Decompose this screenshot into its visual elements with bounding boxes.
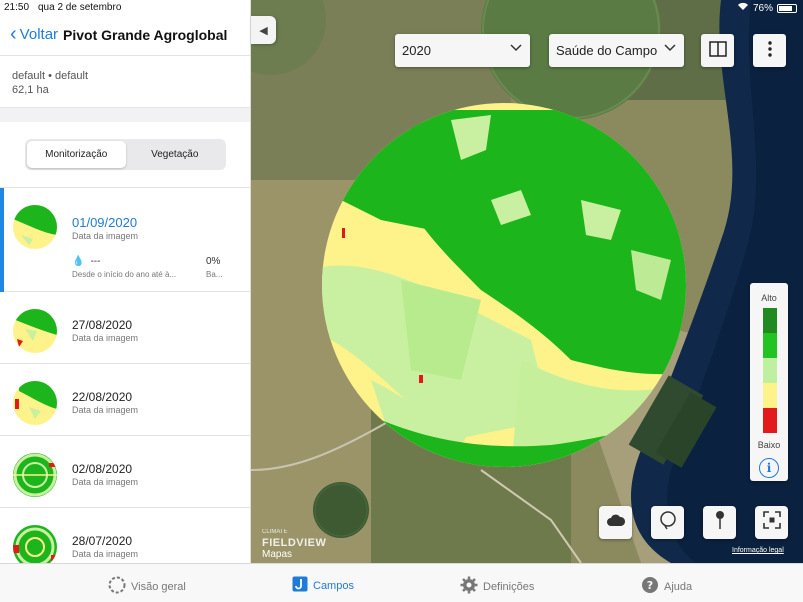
field-thumbnail xyxy=(13,205,57,249)
satellite-map[interactable] xyxy=(251,0,803,563)
cloud-icon xyxy=(606,513,626,532)
lasso-icon xyxy=(658,510,678,535)
chevron-left-icon: ‹ xyxy=(10,23,17,45)
split-view-icon xyxy=(708,41,727,60)
field-thumbnail xyxy=(13,381,57,425)
gear-icon xyxy=(460,576,478,597)
image-date: 22/08/2020 xyxy=(72,390,133,404)
chevron-left-icon: ◀ xyxy=(259,24,268,37)
field-thumbnail xyxy=(13,453,57,497)
health-legend: Alto Baixo i xyxy=(750,283,788,481)
back-button[interactable]: ‹ Voltar xyxy=(10,23,59,45)
image-date-label: Data da imagem xyxy=(72,333,139,343)
tab-help[interactable]: ? Ajuda xyxy=(641,576,692,597)
tab-label: Visão geral xyxy=(131,580,186,593)
rainfall-label: Desde o início do ano até à... xyxy=(72,270,177,279)
rainfall-value: 💧 --- xyxy=(72,256,101,267)
image-date: 27/08/2020 xyxy=(72,318,133,332)
collapse-panel-button[interactable]: ◀ xyxy=(251,16,276,44)
tab-settings[interactable]: Definições xyxy=(460,576,534,597)
field-details: default • default xyxy=(12,70,89,82)
list-item[interactable]: 02/08/2020 Data da imagem xyxy=(0,436,250,508)
tab-label: Definições xyxy=(483,580,535,593)
image-date-label: Data da imagem xyxy=(72,477,139,487)
app-root: 21:50 qua 2 de setembro 76% ‹ Voltar Piv… xyxy=(0,0,803,602)
info-icon[interactable]: i xyxy=(759,458,779,478)
tab-overview[interactable]: Visão geral xyxy=(108,576,186,597)
tab-bar: Visão geral Campos Definições ? Ajuda xyxy=(0,563,803,602)
split-view-button[interactable] xyxy=(701,34,734,67)
legend-swatch-very-high xyxy=(763,308,777,333)
image-date-list: 01/09/2020 Data da imagem 💧 --- Desde o i… xyxy=(0,188,250,563)
page-title: Pivot Grande Agroglobal xyxy=(63,27,228,43)
legend-swatch-low xyxy=(763,383,777,408)
status-time: 21:50 xyxy=(4,2,30,13)
year-dropdown[interactable]: 2020 xyxy=(395,34,530,67)
status-indicators: 76% xyxy=(737,2,797,14)
fieldview-logo: FIELDVIEW xyxy=(262,537,327,549)
image-date: 28/07/2020 xyxy=(72,534,133,548)
spinner-icon xyxy=(108,576,126,597)
image-date-label: Data da imagem xyxy=(72,231,139,241)
focus-frame-icon xyxy=(762,511,781,534)
svg-text:?: ? xyxy=(647,579,653,592)
selected-indicator xyxy=(0,188,4,292)
image-date-label: Data da imagem xyxy=(72,405,139,415)
pin-icon xyxy=(714,510,726,535)
section-divider xyxy=(0,107,250,122)
legend-swatch-medium xyxy=(763,358,777,383)
list-item[interactable]: 01/09/2020 Data da imagem 💧 --- Desde o i… xyxy=(0,188,250,292)
more-options-button[interactable] xyxy=(753,34,786,67)
tab-fields[interactable]: Campos xyxy=(292,576,354,595)
segment-vegetation[interactable]: Vegetação xyxy=(126,141,225,168)
legend-swatch-high xyxy=(763,333,777,358)
field-info: default • default 62,1 ha xyxy=(0,57,250,107)
map-imagery xyxy=(251,0,803,563)
status-date: qua 2 de setembro xyxy=(38,2,122,13)
more-vertical-icon xyxy=(767,41,772,60)
wifi-icon xyxy=(737,2,749,14)
chevron-down-icon xyxy=(664,43,676,55)
segment-monitoring[interactable]: Monitorização xyxy=(27,141,126,168)
chevron-down-icon xyxy=(510,43,522,55)
layer-dropdown[interactable]: Saúde do Campo xyxy=(549,34,684,67)
help-icon: ? xyxy=(641,576,659,597)
legal-info-link[interactable]: Informação legal xyxy=(732,547,784,554)
layer-value: Saúde do Campo xyxy=(556,43,658,58)
back-label: Voltar xyxy=(19,26,59,43)
percentage-value: 0% xyxy=(206,256,221,267)
battery-percentage: 76% xyxy=(752,2,773,14)
fields-icon xyxy=(292,576,308,595)
legend-high-label: Alto xyxy=(761,293,777,303)
year-value: 2020 xyxy=(402,43,431,58)
tab-label: Campos xyxy=(313,579,354,592)
field-thumbnail xyxy=(13,525,57,563)
field-area: 62,1 ha xyxy=(12,84,49,96)
status-bar: 21:50 qua 2 de setembro 76% xyxy=(0,0,803,16)
view-segmented-control: Monitorização Vegetação xyxy=(25,139,226,170)
maps-attribution: Mapas xyxy=(262,549,293,560)
image-date-label: Data da imagem xyxy=(72,549,139,559)
weather-button[interactable] xyxy=(599,506,632,539)
battery-icon xyxy=(777,3,797,13)
legend-low-label: Baixo xyxy=(757,440,781,450)
segment-section: Monitorização Vegetação xyxy=(0,122,250,188)
water-drop-icon: 💧 xyxy=(72,256,85,267)
list-item[interactable]: 28/07/2020 Data da imagem xyxy=(0,508,250,563)
image-date: 02/08/2020 xyxy=(72,462,133,476)
percentage-label: Ba... xyxy=(206,270,223,279)
drop-pin-button[interactable] xyxy=(703,506,736,539)
zoom-extent-button[interactable] xyxy=(755,506,788,539)
image-date: 01/09/2020 xyxy=(72,215,138,230)
field-thumbnail xyxy=(13,309,57,353)
navigation-bar: ‹ Voltar Pivot Grande Agroglobal xyxy=(0,16,250,56)
list-item[interactable]: 27/08/2020 Data da imagem xyxy=(0,292,250,364)
tab-label: Ajuda xyxy=(664,580,693,593)
list-item[interactable]: 22/08/2020 Data da imagem xyxy=(0,364,250,436)
field-panel: ‹ Voltar Pivot Grande Agroglobal default… xyxy=(0,0,251,563)
draw-boundary-button[interactable] xyxy=(651,506,684,539)
map-brand: CLIMATE FIELDVIEW Mapas xyxy=(262,527,326,560)
legend-swatch-very-low xyxy=(763,408,777,433)
